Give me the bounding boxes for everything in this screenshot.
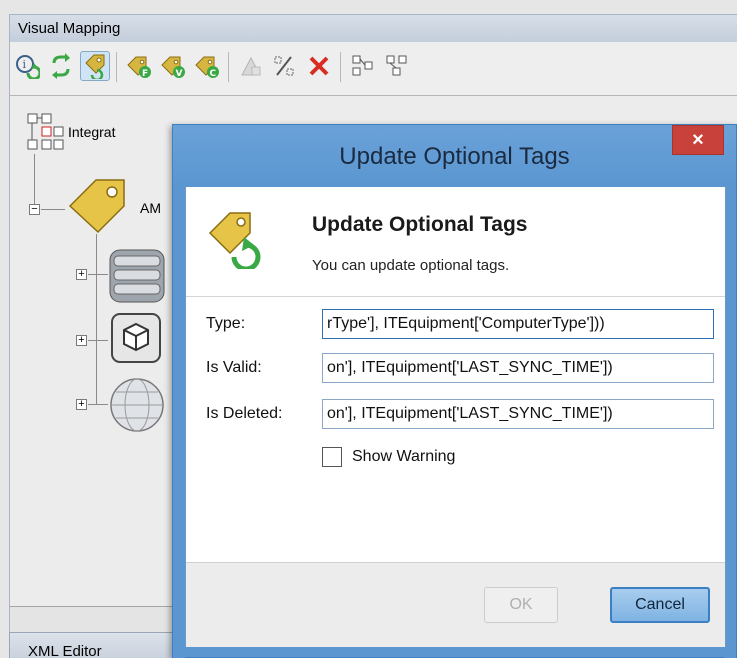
expand-nodes-icon[interactable]: [348, 51, 378, 81]
cube-box-icon: [108, 312, 166, 366]
collapse-toggle[interactable]: −: [29, 204, 40, 215]
toolbar-separator: [116, 52, 117, 82]
dialog-header-subtitle: You can update optional tags.: [312, 257, 510, 274]
tag-refresh-icon[interactable]: [80, 51, 110, 81]
triangle-disabled-icon[interactable]: [236, 51, 266, 81]
panel-title: Visual Mapping: [18, 20, 121, 37]
tag-f-add-icon[interactable]: F: [124, 51, 154, 81]
app-window: Visual Mapping i F V C Integrat − AM + +…: [0, 0, 737, 658]
tag-v-add-icon[interactable]: V: [158, 51, 188, 81]
tree-connector: [34, 154, 35, 208]
tree-connector: [88, 340, 108, 341]
type-label: Type:: [206, 315, 246, 332]
toolbar: i F V C: [9, 42, 737, 96]
tag-c-add-icon[interactable]: C: [192, 51, 222, 81]
svg-text:V: V: [176, 69, 183, 79]
globe-icon: [108, 376, 166, 434]
tree-connector: [88, 274, 108, 275]
green-arrow-refresh-icon[interactable]: [46, 51, 76, 81]
ok-button[interactable]: OK: [484, 587, 558, 623]
tree-child-label[interactable]: AM: [140, 200, 161, 216]
info-refresh-icon[interactable]: i: [12, 51, 42, 81]
delete-x-icon[interactable]: [304, 51, 334, 81]
svg-text:C: C: [210, 69, 217, 79]
dialog-titlebar[interactable]: Update Optional Tags ×: [173, 125, 736, 187]
dialog-title: Update Optional Tags: [339, 143, 570, 170]
tag-form: Type: Is Valid: Is Deleted: Show Warning: [186, 297, 725, 552]
dialog-frame: [173, 187, 185, 658]
percent-edit-icon[interactable]: [270, 51, 300, 81]
collapse-nodes-icon[interactable]: [382, 51, 412, 81]
integration-node-icon: [26, 112, 66, 152]
toolbar-separator: [340, 52, 341, 82]
tree-connector: [88, 404, 108, 405]
tab-xml-editor-label: XML Editor: [28, 643, 102, 658]
dialog-button-bar: OK Cancel: [186, 562, 725, 647]
show-warning-label[interactable]: Show Warning: [352, 448, 455, 466]
dialog-content: Update Optional Tags You can update opti…: [185, 187, 726, 647]
toolbar-separator: [228, 52, 229, 82]
is-valid-input[interactable]: [322, 353, 714, 383]
visual-mapping-panel-header: Visual Mapping: [9, 14, 737, 42]
is-deleted-input[interactable]: [322, 399, 714, 429]
type-input[interactable]: [322, 309, 714, 339]
update-optional-tags-dialog: Update Optional Tags × Update Optional T…: [172, 124, 737, 658]
dialog-header-title: Update Optional Tags: [312, 213, 528, 236]
tag-refresh-icon: [206, 207, 262, 272]
tree-connector: [41, 209, 65, 210]
expand-toggle[interactable]: +: [76, 269, 87, 280]
database-icon: [108, 248, 166, 304]
close-button[interactable]: ×: [672, 125, 724, 155]
dialog-header: Update Optional Tags You can update opti…: [186, 187, 725, 297]
show-warning-checkbox[interactable]: [322, 447, 342, 467]
expand-toggle[interactable]: +: [76, 399, 87, 410]
tab-xml-editor[interactable]: XML Editor: [9, 632, 175, 658]
tree-root-label[interactable]: Integrat: [68, 124, 115, 140]
cancel-button[interactable]: Cancel: [610, 587, 710, 623]
expand-toggle[interactable]: +: [76, 335, 87, 346]
svg-text:F: F: [142, 69, 148, 79]
is-valid-label: Is Valid:: [206, 359, 262, 376]
is-deleted-label: Is Deleted:: [206, 405, 283, 422]
am-tag-icon: [66, 176, 128, 234]
tree-connector: [96, 234, 97, 404]
svg-text:i: i: [23, 58, 27, 71]
show-warning-row[interactable]: Show Warning: [322, 445, 455, 469]
